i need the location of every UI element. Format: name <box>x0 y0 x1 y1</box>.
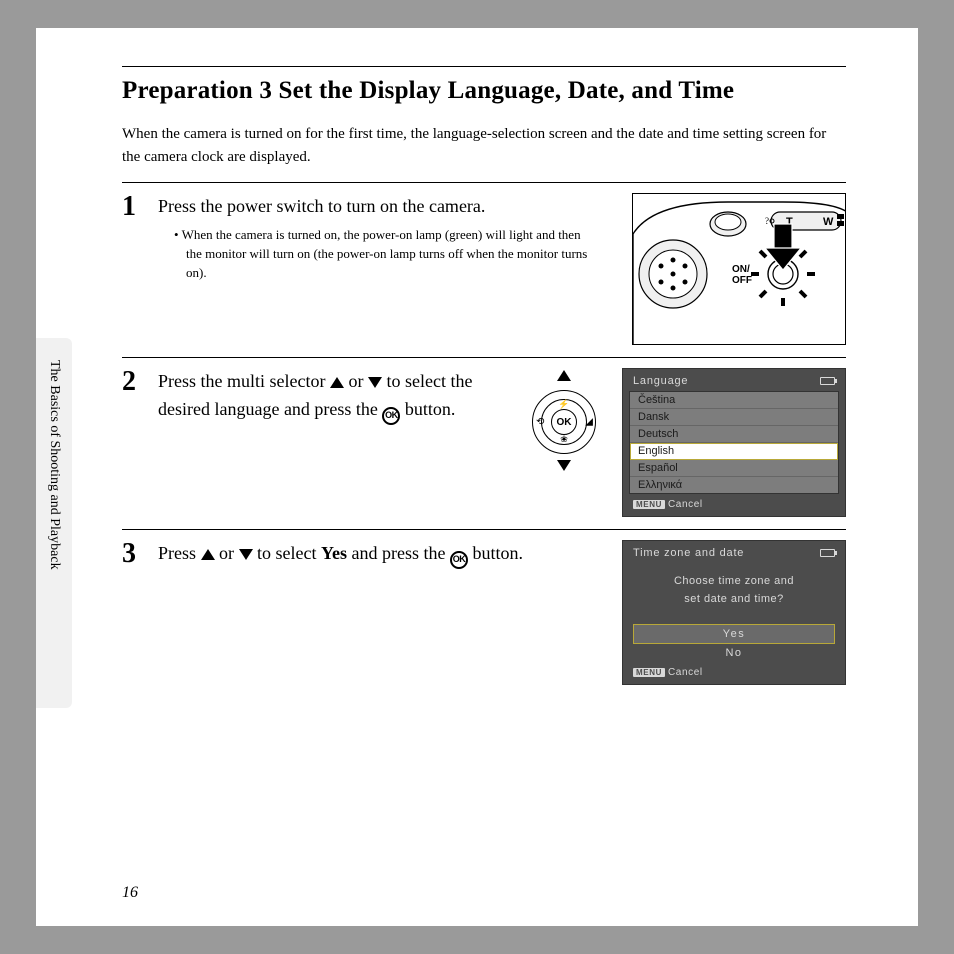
battery-icon <box>820 549 835 557</box>
ok-icon: OK <box>450 551 468 569</box>
down-icon <box>557 458 571 476</box>
menu-badge: MENU <box>633 668 665 677</box>
language-option: Dansk <box>630 409 838 426</box>
svg-text:ON/: ON/ <box>732 264 750 275</box>
step-1: 1 Press the power switch to turn on the … <box>122 183 846 357</box>
up-icon <box>330 369 344 396</box>
svg-text:OFF: OFF <box>732 275 752 286</box>
language-option: Español <box>630 460 838 477</box>
section-tab-label: The Basics of Shooting and Playback <box>46 360 62 570</box>
option-no: No <box>633 644 835 662</box>
manual-page: The Basics of Shooting and Playback Prep… <box>36 28 918 926</box>
intro-text: When the camera is turned on for the fir… <box>122 123 846 168</box>
language-option-selected: English <box>630 443 838 460</box>
svg-text:?: ? <box>765 216 769 226</box>
up-icon <box>557 368 571 386</box>
step-body: Press or to select Yes and press the OK … <box>158 540 608 575</box>
menu-badge: MENU <box>633 500 665 509</box>
ok-button-icon: OK <box>551 409 577 435</box>
step-body: Press the multi selector or to select th… <box>158 368 506 431</box>
lcd-footer: MENUCancel <box>623 494 845 516</box>
step-heading: Press or to select Yes and press the OK … <box>158 540 538 569</box>
step-number: 2 <box>122 368 144 396</box>
timezone-screen: Time zone and date Choose time zone and … <box>622 540 846 685</box>
section-tab: The Basics of Shooting and Playback <box>36 338 72 708</box>
up-icon <box>201 541 215 568</box>
battery-icon <box>820 377 835 385</box>
step-body: Press the power switch to turn on the ca… <box>158 193 618 283</box>
language-list: Čeština Dansk Deutsch English Español Ελ… <box>629 391 839 494</box>
option-yes: Yes <box>633 624 835 644</box>
language-option: Deutsch <box>630 426 838 443</box>
step-number: 3 <box>122 540 144 568</box>
page-number: 16 <box>122 884 138 902</box>
confirm-options: Yes No <box>633 624 835 662</box>
lcd-title-label: Language <box>633 375 688 387</box>
step2-illustrations: OK ⚡ ❀ ⟲ ◢ Language Čeština Dansk D <box>520 368 846 517</box>
camera-top-illustration: T W ? <box>632 193 846 345</box>
step-3: 3 Press or to select Yes and press the O… <box>122 530 846 697</box>
step-heading: Press the multi selector or to select th… <box>158 368 506 425</box>
lcd-footer: MENUCancel <box>623 662 845 684</box>
language-option: Čeština <box>630 392 838 409</box>
down-icon <box>368 369 382 396</box>
zoom-w-label: W <box>823 216 834 228</box>
down-icon <box>239 541 253 568</box>
step-heading: Press the power switch to turn on the ca… <box>158 193 618 220</box>
step-2: 2 Press the multi selector or to select … <box>122 358 846 529</box>
ok-icon: OK <box>382 407 400 425</box>
multi-selector-illustration: OK ⚡ ❀ ⟲ ◢ <box>524 368 604 476</box>
step-subtext: When the camera is turned on, the power-… <box>158 226 588 283</box>
lcd-message: Choose time zone and set date and time? <box>623 563 845 618</box>
language-option: Ελληνικά <box>630 477 838 493</box>
step-number: 1 <box>122 193 144 221</box>
page-title: Preparation 3 Set the Display Language, … <box>122 77 846 105</box>
top-rule <box>122 66 846 67</box>
lcd-title-label: Time zone and date <box>633 547 744 559</box>
timezone-screen-wrap: Time zone and date Choose time zone and … <box>622 540 846 685</box>
language-screen: Language Čeština Dansk Deutsch English E… <box>622 368 846 517</box>
